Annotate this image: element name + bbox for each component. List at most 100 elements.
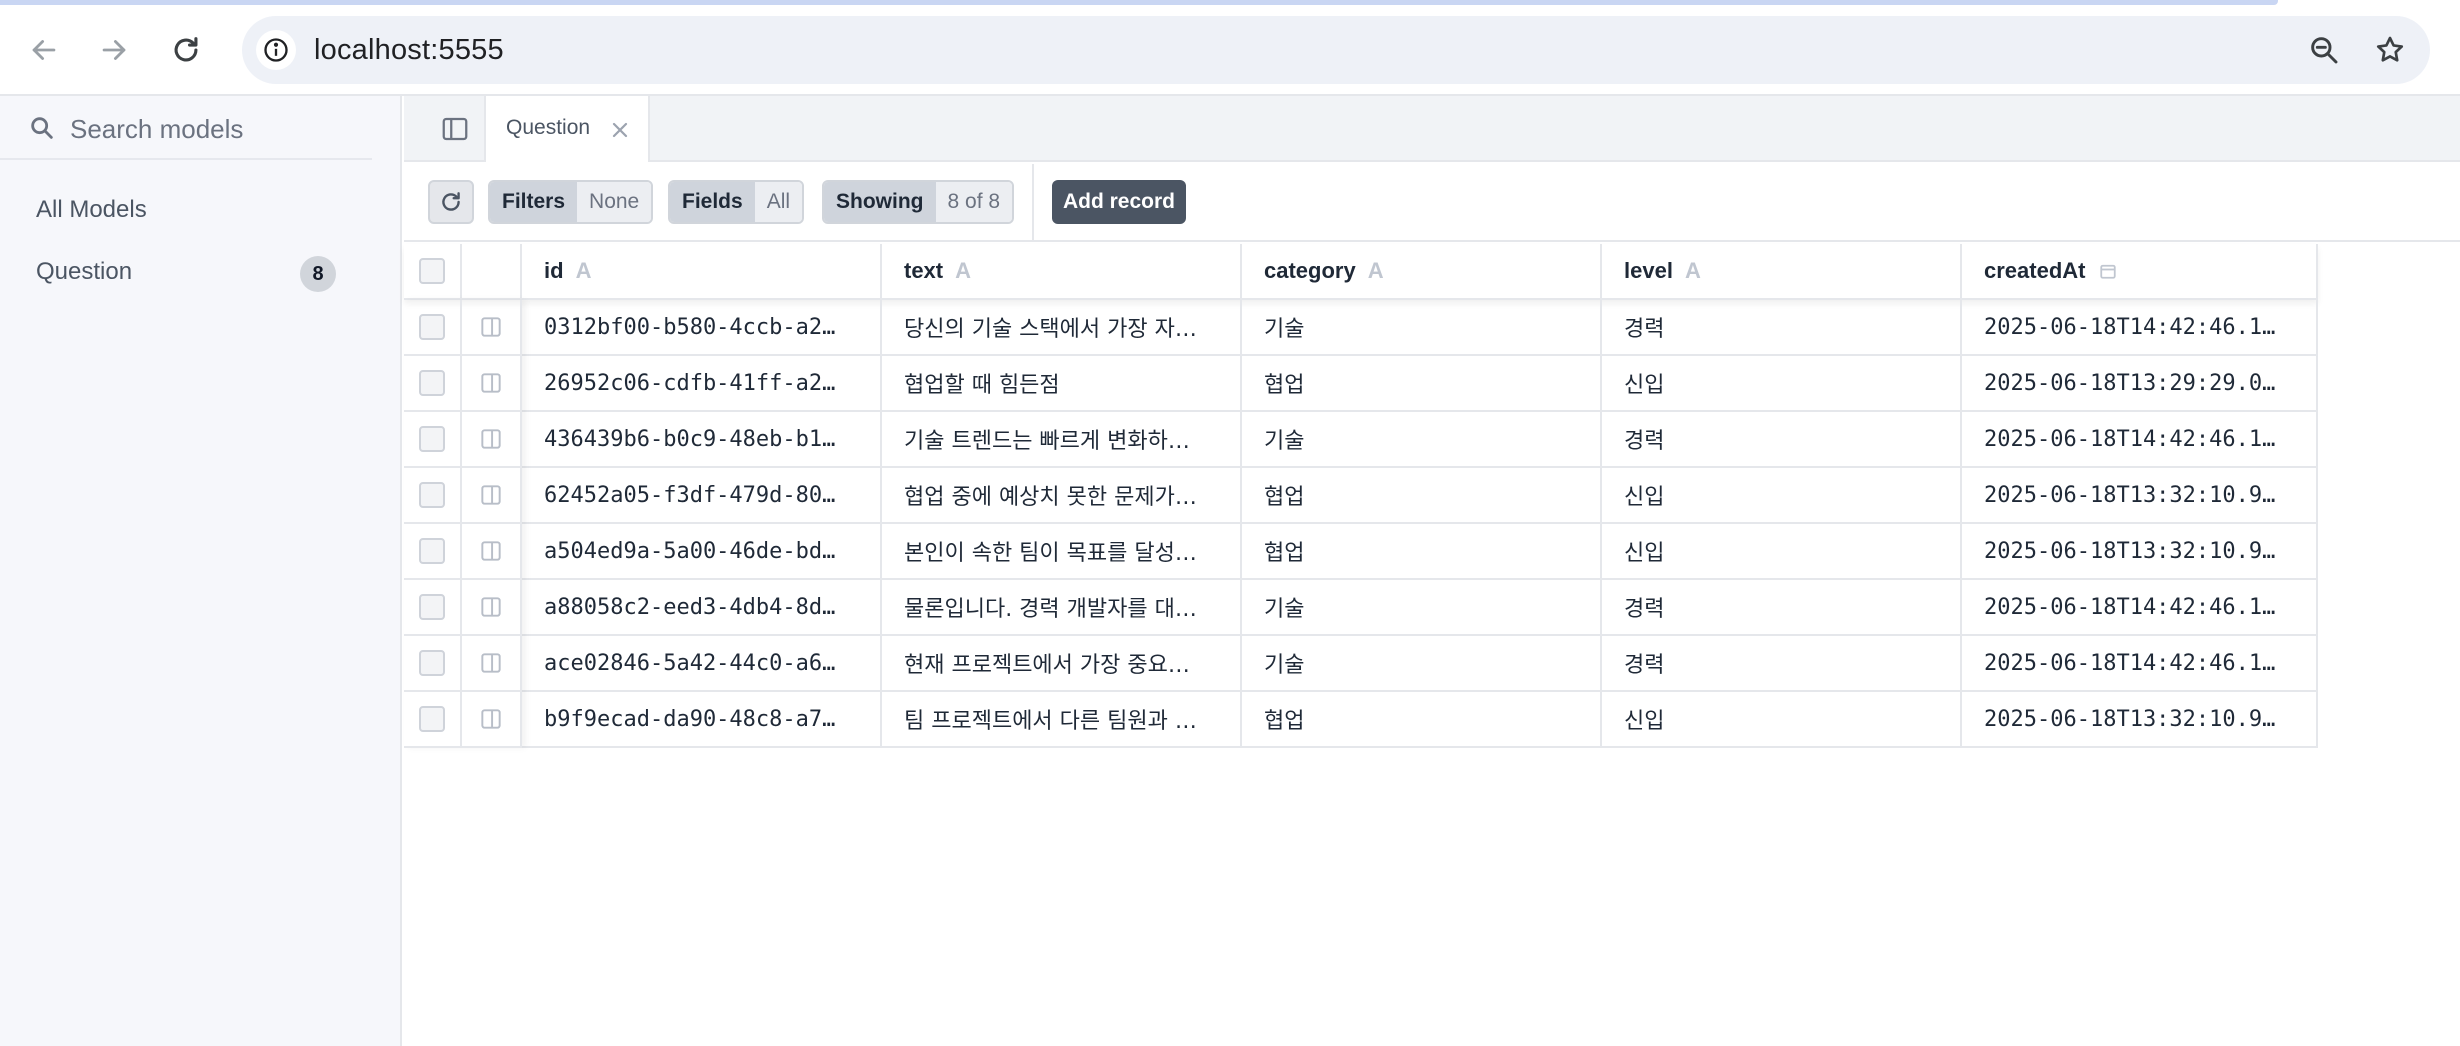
cell-text[interactable]: 팀 프로젝트에서 다른 팀원과 … (882, 692, 1242, 746)
sidebar-toggle-icon[interactable] (440, 114, 470, 144)
cell-createdat[interactable]: 2025-06-18T13:32:10.9… (1962, 468, 2318, 522)
column-header-category[interactable]: category A (1242, 244, 1602, 298)
cell-id[interactable]: 436439b6-b0c9-48eb-b1… (522, 412, 882, 466)
cell-createdat[interactable]: 2025-06-18T13:32:10.9… (1962, 692, 2318, 746)
all-models-link[interactable]: All Models (36, 196, 147, 224)
row-expand-cell (462, 356, 522, 410)
cell-level[interactable]: 신입 (1602, 692, 1962, 746)
row-checkbox[interactable] (419, 426, 445, 452)
cell-id[interactable]: a504ed9a-5a00-46de-bd… (522, 524, 882, 578)
cell-id[interactable]: 0312bf00-b580-4ccb-a2… (522, 300, 882, 354)
back-arrow-icon[interactable] (20, 26, 68, 74)
table-row[interactable]: 436439b6-b0c9-48eb-b1… 기술 트렌드는 빠르게 변화하… 기술… (404, 412, 2318, 468)
cell-category[interactable]: 협업 (1242, 468, 1602, 522)
table-row[interactable]: 0312bf00-b580-4ccb-a2… 당신의 기술 스택에서 가장 자… 기… (404, 300, 2318, 356)
row-expand-cell (462, 636, 522, 690)
column-header-level[interactable]: level A (1602, 244, 1962, 298)
cell-createdat[interactable]: 2025-06-18T13:32:10.9… (1962, 524, 2318, 578)
column-header-id[interactable]: id A (522, 244, 882, 298)
row-checkbox[interactable] (419, 650, 445, 676)
text-value: 팀 프로젝트에서 다른 팀원과 … (904, 709, 1197, 734)
close-icon[interactable] (608, 118, 632, 142)
cell-category[interactable]: 협업 (1242, 692, 1602, 746)
row-checkbox[interactable] (419, 706, 445, 732)
url-text[interactable]: localhost:5555 (314, 34, 504, 67)
table-row[interactable]: a504ed9a-5a00-46de-bd… 본인이 속한 팀이 목표를 달성… 협… (404, 524, 2318, 580)
row-checkbox[interactable] (419, 370, 445, 396)
cell-category[interactable]: 기술 (1242, 636, 1602, 690)
expand-row-icon[interactable] (478, 482, 504, 508)
cell-category[interactable]: 협업 (1242, 524, 1602, 578)
cell-createdat[interactable]: 2025-06-18T14:42:46.1… (1962, 412, 2318, 466)
cell-category[interactable]: 기술 (1242, 300, 1602, 354)
cell-createdat[interactable]: 2025-06-18T14:42:46.1… (1962, 580, 2318, 634)
cell-id[interactable]: ace02846-5a42-44c0-a6… (522, 636, 882, 690)
forward-arrow-icon[interactable] (90, 26, 138, 74)
cell-text[interactable]: 현재 프로젝트에서 가장 중요… (882, 636, 1242, 690)
row-checkbox[interactable] (419, 314, 445, 340)
refresh-button[interactable] (428, 180, 474, 224)
cell-category[interactable]: 기술 (1242, 580, 1602, 634)
expand-row-icon[interactable] (478, 314, 504, 340)
cell-text[interactable]: 본인이 속한 팀이 목표를 달성… (882, 524, 1242, 578)
table-row[interactable]: ace02846-5a42-44c0-a6… 현재 프로젝트에서 가장 중요… 기술… (404, 636, 2318, 692)
search-models-input[interactable]: Search models (0, 96, 372, 160)
browser-toolbar: localhost:5555 (0, 0, 2460, 96)
cell-text[interactable]: 협업 중에 예상치 못한 문제가… (882, 468, 1242, 522)
expand-row-icon[interactable] (478, 706, 504, 732)
row-select-cell (404, 692, 462, 746)
expand-row-icon[interactable] (478, 538, 504, 564)
cell-category[interactable]: 협업 (1242, 356, 1602, 410)
expand-row-icon[interactable] (478, 370, 504, 396)
cell-text[interactable]: 당신의 기술 스택에서 가장 자… (882, 300, 1242, 354)
select-all-checkbox[interactable] (419, 258, 445, 284)
reload-icon[interactable] (162, 26, 210, 74)
cell-level[interactable]: 신입 (1602, 356, 1962, 410)
showing-button[interactable]: Showing 8 of 8 (822, 180, 1015, 224)
column-label: id (544, 258, 564, 283)
cell-text[interactable]: 기술 트렌드는 빠르게 변화하… (882, 412, 1242, 466)
row-checkbox[interactable] (419, 482, 445, 508)
cell-level[interactable]: 경력 (1602, 412, 1962, 466)
id-value: 26952c06-cdfb-41ff-a2… (544, 370, 836, 396)
fields-button[interactable]: Fields All (668, 180, 805, 224)
row-checkbox[interactable] (419, 538, 445, 564)
cell-level[interactable]: 신입 (1602, 468, 1962, 522)
cell-id[interactable]: a88058c2-eed3-4db4-8d… (522, 580, 882, 634)
table-row[interactable]: 62452a05-f3df-479d-80… 협업 중에 예상치 못한 문제가… 협… (404, 468, 2318, 524)
cell-id[interactable]: 26952c06-cdfb-41ff-a2… (522, 356, 882, 410)
sidebar-item-question[interactable]: Question 8 (0, 246, 372, 302)
site-info-icon[interactable] (256, 30, 296, 70)
cell-id[interactable]: 62452a05-f3df-479d-80… (522, 468, 882, 522)
filters-button[interactable]: Filters None (488, 180, 654, 224)
column-header-createdat[interactable]: createdAt (1962, 244, 2318, 298)
row-select-cell (404, 636, 462, 690)
cell-category[interactable]: 기술 (1242, 412, 1602, 466)
cell-id[interactable]: b9f9ecad-da90-48c8-a7… (522, 692, 882, 746)
cell-level[interactable]: 경력 (1602, 300, 1962, 354)
address-bar[interactable]: localhost:5555 (242, 16, 2430, 84)
text-value: 기술 트렌드는 빠르게 변화하… (904, 429, 1190, 454)
cell-createdat[interactable]: 2025-06-18T13:29:29.0… (1962, 356, 2318, 410)
table-row[interactable]: 26952c06-cdfb-41ff-a2… 협업할 때 힘든점 협업 신입 2025-… (404, 356, 2318, 412)
table-row[interactable]: b9f9ecad-da90-48c8-a7… 팀 프로젝트에서 다른 팀원과 … 협… (404, 692, 2318, 748)
column-label: level (1624, 258, 1673, 283)
cell-createdat[interactable]: 2025-06-18T14:42:46.1… (1962, 636, 2318, 690)
cell-text[interactable]: 물론입니다. 경력 개발자를 대… (882, 580, 1242, 634)
tab-question[interactable]: Question (484, 96, 650, 162)
zoom-icon[interactable] (2304, 30, 2344, 70)
row-checkbox[interactable] (419, 594, 445, 620)
cell-level[interactable]: 경력 (1602, 636, 1962, 690)
table-row[interactable]: a88058c2-eed3-4db4-8d… 물론입니다. 경력 개발자를 대… 기… (404, 580, 2318, 636)
column-label: text (904, 258, 944, 283)
cell-createdat[interactable]: 2025-06-18T14:42:46.1… (1962, 300, 2318, 354)
cell-level[interactable]: 경력 (1602, 580, 1962, 634)
expand-row-icon[interactable] (478, 594, 504, 620)
cell-level[interactable]: 신입 (1602, 524, 1962, 578)
expand-row-icon[interactable] (478, 650, 504, 676)
expand-row-icon[interactable] (478, 426, 504, 452)
bookmark-star-icon[interactable] (2370, 30, 2410, 70)
column-header-text[interactable]: text A (882, 244, 1242, 298)
add-record-button[interactable]: Add record (1052, 180, 1186, 224)
cell-text[interactable]: 협업할 때 힘든점 (882, 356, 1242, 410)
